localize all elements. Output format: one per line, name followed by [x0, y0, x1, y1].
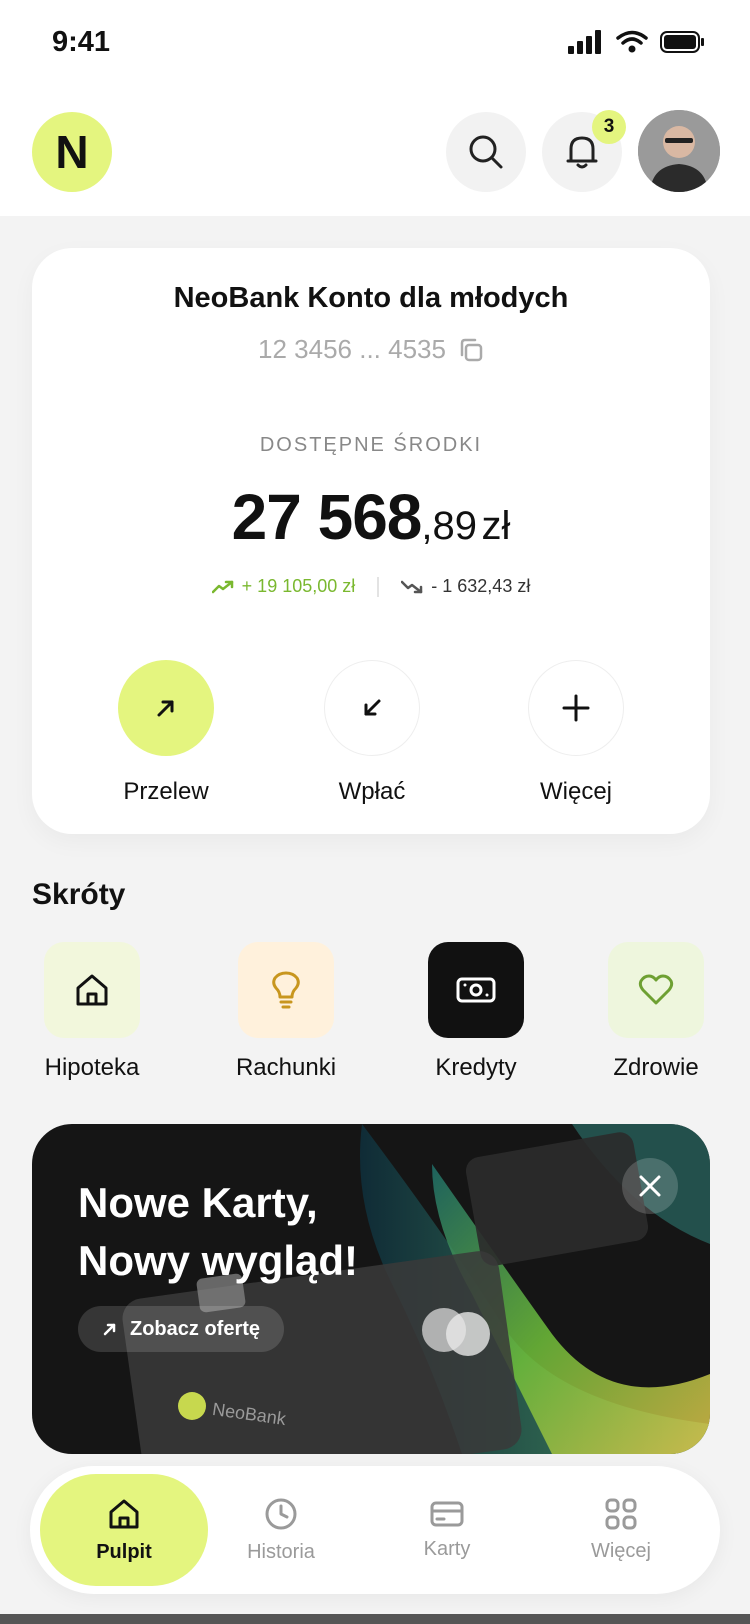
balance-cents: ,89	[421, 504, 477, 548]
see-offer-button[interactable]: Zobacz ofertę	[78, 1306, 285, 1352]
bottom-nav: Pulpit Historia Karty Więcej	[30, 1466, 720, 1594]
card-icon	[430, 1501, 464, 1526]
transfer-label: Przelew	[123, 778, 209, 805]
arrow-down-left-icon	[364, 699, 381, 716]
shortcut-loans-label: Kredyty	[435, 1054, 517, 1081]
house-icon	[76, 974, 108, 1006]
nav-dashboard-label: Pulpit	[96, 1540, 152, 1563]
shortcut-health[interactable]	[608, 942, 704, 1038]
trend-up-icon	[211, 580, 233, 593]
arrow-up-right-icon	[157, 700, 174, 717]
balance-label: DOSTĘPNE ŚRODKI	[259, 434, 483, 456]
nav-more-label: Więcej	[590, 1539, 651, 1562]
nav-more[interactable]: Więcej	[546, 1474, 696, 1586]
app-logo[interactable]: N	[32, 112, 112, 192]
balance-currency: zł	[481, 504, 511, 548]
copy-icon[interactable]	[458, 337, 484, 363]
account-number: 12 3456 ... 4535	[258, 334, 446, 364]
more-actions-label: Więcej	[539, 778, 612, 805]
plus-icon	[562, 694, 590, 722]
lightbulb-icon	[272, 971, 300, 1009]
logo-letter: N	[55, 126, 89, 178]
status-icons	[568, 30, 706, 54]
notifications-button[interactable]: 3	[542, 110, 626, 192]
clock-icon	[265, 1498, 297, 1529]
nav-history[interactable]: Historia	[206, 1474, 356, 1586]
home-indicator	[0, 1614, 750, 1624]
nav-dashboard[interactable]: Pulpit	[40, 1474, 208, 1586]
balance: 27 568,89 zł	[32, 480, 710, 554]
notification-badge: 3	[592, 110, 626, 144]
account-number-row: 12 3456 ... 4535	[32, 334, 710, 365]
more-actions-button[interactable]	[528, 660, 624, 756]
shortcut-mortgage-label: Hipoteka	[44, 1054, 140, 1081]
nav-history-label: Historia	[247, 1540, 315, 1563]
avatar[interactable]	[638, 110, 720, 192]
home-icon	[109, 1499, 139, 1528]
account-card[interactable]: NeoBank Konto dla młodych 12 3456 ... 45…	[32, 248, 710, 834]
search-button[interactable]	[446, 112, 526, 192]
shortcut-bills-label: Rachunki	[235, 1054, 337, 1081]
shortcut-loans[interactable]	[428, 942, 524, 1038]
nav-cards[interactable]: Karty	[372, 1474, 522, 1586]
account-name: NeoBank Konto dla młodych	[173, 282, 569, 314]
income-value: + 19 105,00 zł	[241, 576, 356, 596]
cash-flow-row: + 19 105,00 zł - 1 632,43 zł	[32, 576, 710, 597]
deposit-label: Wpłać	[338, 778, 406, 805]
divider	[377, 576, 380, 597]
close-icon	[639, 1175, 661, 1197]
promo-close-button[interactable]	[622, 1158, 678, 1214]
arrow-up-right-icon	[103, 1323, 116, 1336]
income: + 19 105,00 zł	[211, 576, 356, 597]
user-photo-icon	[638, 110, 720, 192]
battery-icon	[660, 31, 704, 53]
shortcut-health-label: Zdrowie	[613, 1054, 699, 1081]
grid-icon	[605, 1498, 637, 1529]
promo-title-line-1: Nowe Karty,	[78, 1179, 318, 1226]
see-offer-label: Zobacz ofertę	[130, 1317, 261, 1340]
heart-icon	[638, 974, 674, 1005]
search-icon	[469, 135, 503, 169]
balance-main: 27 568	[231, 481, 423, 553]
promo-title-line-2: Nowy wygląd!	[78, 1237, 359, 1284]
transfer-button[interactable]	[118, 660, 214, 756]
status-time: 9:41	[52, 26, 111, 58]
trend-down-icon	[401, 580, 423, 593]
expense-value: - 1 632,43 zł	[431, 576, 531, 596]
promo-title: Nowe Karty, Nowy wygląd!	[78, 1174, 358, 1290]
shortcut-mortgage[interactable]	[44, 942, 140, 1038]
wifi-icon	[616, 30, 648, 53]
shortcuts-title: Skróty	[32, 878, 126, 911]
expense: - 1 632,43 zł	[401, 576, 530, 597]
banknote-icon	[456, 977, 496, 1003]
promo-banner[interactable]: NeoBank Nowe Karty, Nowy wygląd! Zobacz …	[32, 1124, 710, 1454]
nav-cards-label: Karty	[423, 1537, 471, 1560]
signal-icon	[568, 30, 601, 54]
shortcut-bills[interactable]	[238, 942, 334, 1038]
deposit-button[interactable]	[324, 660, 420, 756]
bell-icon	[566, 136, 598, 169]
